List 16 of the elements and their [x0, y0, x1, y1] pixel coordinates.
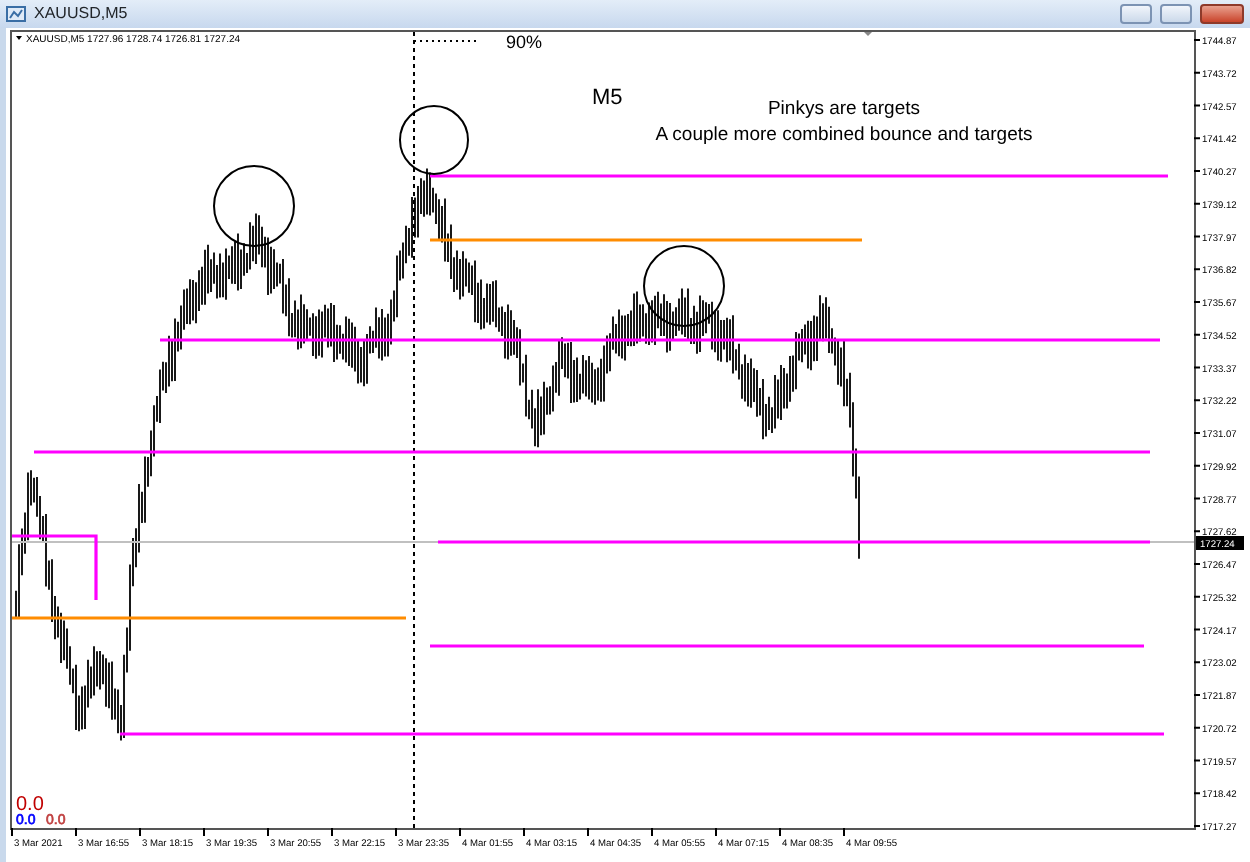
annotation-text: Pinkys are targets	[767, 98, 921, 120]
indicator-value: 0.0	[16, 794, 44, 816]
maximize-button[interactable]	[1160, 4, 1192, 24]
circle-marker[interactable]	[213, 165, 295, 247]
chart-window-icon	[6, 5, 26, 23]
circle-marker[interactable]	[643, 245, 725, 327]
timeframe-label: M5	[592, 86, 623, 110]
circle-marker[interactable]	[399, 105, 469, 175]
minimize-button[interactable]	[1120, 4, 1152, 24]
target-line[interactable]	[12, 534, 98, 600]
scale-ruler-drawing	[413, 40, 481, 42]
scale-percent: 90%	[506, 32, 543, 52]
annotation-text: A couple more combined bounce and targets	[655, 124, 1033, 146]
level-line[interactable]	[12, 616, 406, 620]
window-title: XAUUSD,M5	[34, 2, 128, 26]
close-button[interactable]	[1200, 4, 1244, 24]
